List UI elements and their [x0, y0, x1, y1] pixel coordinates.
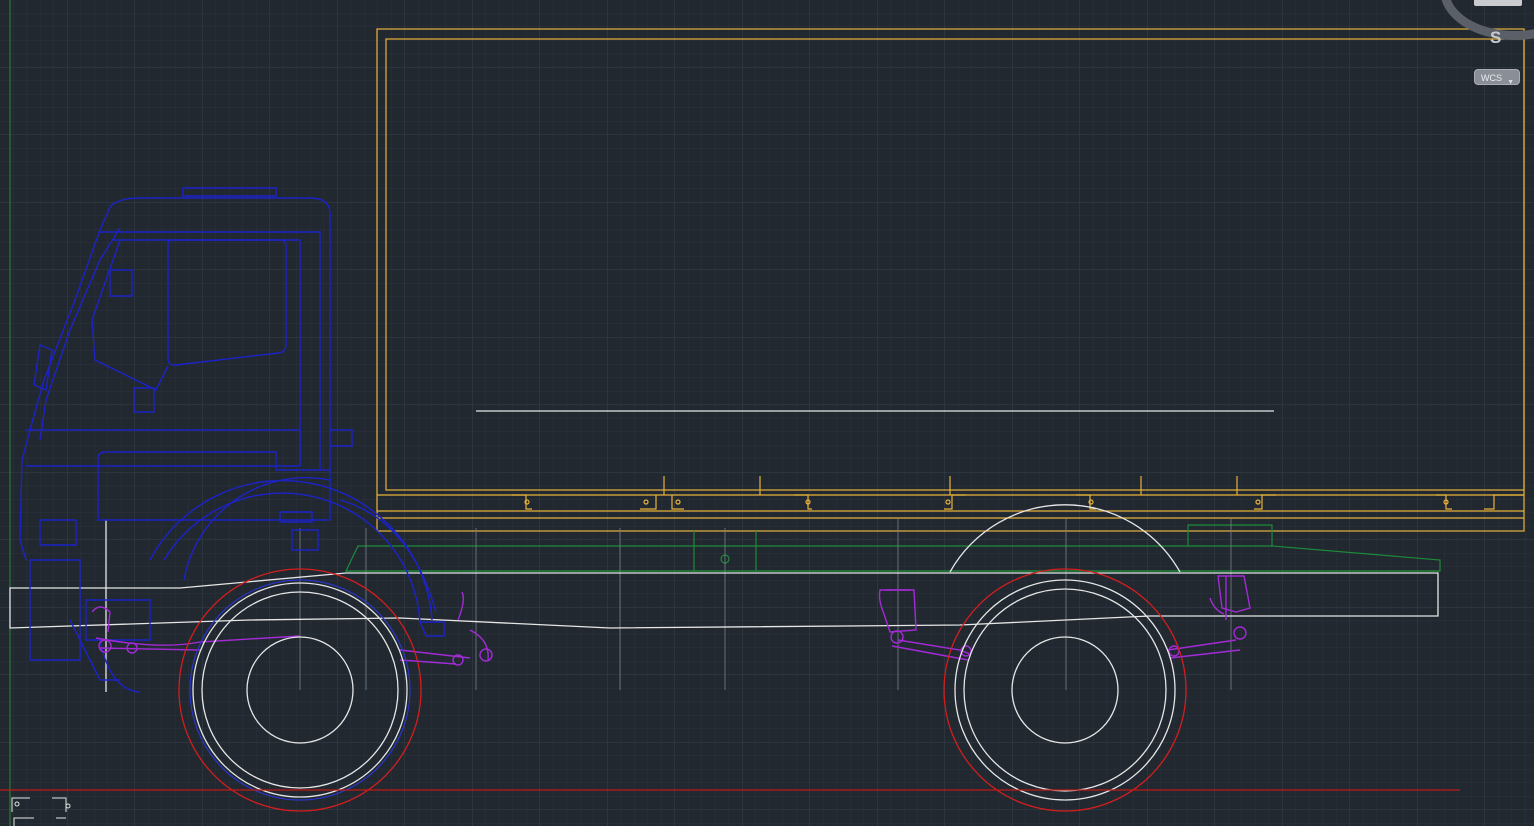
drawing-canvas[interactable]	[0, 0, 1534, 826]
compass-label[interactable]: S	[1490, 28, 1501, 48]
wcs-label: WCS	[1481, 73, 1502, 83]
chevron-down-icon: ▼	[1507, 79, 1514, 86]
viewcube-face[interactable]	[1474, 0, 1522, 6]
ucs-menu-button[interactable]: WCS ▼	[1474, 69, 1520, 86]
grid-major	[0, 0, 1534, 826]
